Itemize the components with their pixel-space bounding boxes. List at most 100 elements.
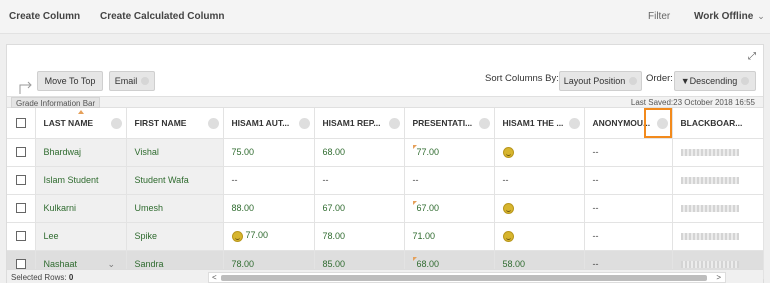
filter-button[interactable]: Filter	[648, 11, 670, 22]
grade-cell[interactable]	[494, 194, 585, 223]
email-label: Email	[114, 76, 138, 86]
scroll-left-icon[interactable]: <	[212, 273, 217, 282]
not-visible-placeholder	[680, 261, 739, 269]
row-select-cell	[7, 194, 36, 223]
sort-indicator-icon	[77, 110, 84, 114]
create-column-button[interactable]: Create Column	[9, 11, 80, 22]
column-header-hisam1-the[interactable]: HISAM1 THE ...	[494, 108, 585, 139]
expand-icon[interactable]: ⤢	[748, 51, 756, 62]
column-header-hisam1-rep[interactable]: HISAM1 REP...	[314, 108, 405, 139]
row-checkbox[interactable]	[15, 259, 26, 270]
email-button[interactable]: Email	[109, 71, 155, 91]
column-menu-icon[interactable]	[110, 118, 122, 129]
column-header-label: PRESENTATI...	[412, 117, 473, 128]
grade-cell[interactable]: --	[584, 194, 673, 223]
first-name-cell[interactable]: Student Wafa	[126, 166, 224, 195]
selected-rows-label: Selected Rows:	[11, 273, 67, 282]
column-header-label: HISAM1 AUT...	[231, 117, 290, 128]
column-menu-icon[interactable]	[298, 118, 310, 129]
row-select-cell	[7, 222, 36, 251]
column-header-label: ANONYMOU...	[592, 117, 651, 128]
sort-columns-by-select[interactable]: Layout Position	[559, 71, 642, 91]
grade-cell[interactable]: 77.00	[223, 222, 315, 251]
grade-value: 67.00	[416, 203, 440, 213]
grade-cell[interactable]: --	[584, 138, 673, 167]
grade-cell[interactable]	[672, 194, 764, 223]
grade-cell[interactable]	[672, 166, 764, 195]
sort-by-value: Layout Position	[563, 76, 626, 86]
top-action-bar: Create Column Create Calculated Column F…	[0, 0, 770, 34]
table-row: Lee Spike 77.00 78.00 71.00 --	[7, 222, 764, 251]
not-visible-placeholder	[680, 149, 739, 157]
work-offline-label: Work Offline	[694, 11, 754, 22]
column-header-label: LAST NAME	[43, 117, 94, 128]
row-select-cell	[7, 166, 36, 195]
last-name-cell[interactable]: Kulkarni	[35, 194, 127, 223]
grade-cell[interactable]	[672, 222, 764, 251]
grade-cell[interactable]: 68.00	[314, 138, 405, 167]
grade-cell[interactable]	[494, 222, 585, 251]
grade-cell[interactable]: --	[223, 166, 315, 195]
order-label: Order:	[646, 73, 673, 84]
last-name-cell[interactable]: Bhardwaj	[35, 138, 127, 167]
grade-cell[interactable]: --	[584, 166, 673, 195]
column-menu-icon[interactable]	[388, 118, 400, 129]
grade-cell[interactable]: --	[404, 166, 495, 195]
first-name-cell[interactable]: Spike	[126, 222, 224, 251]
highlighted-column-menu-marker	[644, 108, 672, 138]
grade-cell[interactable]: 67.00	[404, 194, 495, 223]
selected-rows-count: 0	[68, 273, 74, 282]
scrollbar-thumb[interactable]	[221, 275, 707, 281]
column-header-presentation[interactable]: PRESENTATI...	[404, 108, 495, 139]
column-header-first-name[interactable]: FIRST NAME	[126, 108, 224, 139]
row-checkbox[interactable]	[15, 175, 26, 186]
not-visible-placeholder	[680, 177, 739, 185]
column-menu-icon[interactable]	[478, 118, 490, 129]
move-to-top-button[interactable]: Move To Top	[37, 71, 103, 91]
create-calculated-column-label: Create Calculated Column	[100, 11, 225, 22]
last-name-value: Nashaat	[43, 259, 78, 269]
grade-cell[interactable]: 75.00	[223, 138, 315, 167]
work-offline-menu[interactable]: Work Offline ⌄	[694, 11, 765, 22]
grade-cell[interactable]: 77.00	[404, 138, 495, 167]
last-saved-text: Last Saved:23 October 2018 16:55	[630, 98, 755, 107]
column-menu-icon[interactable]	[207, 118, 219, 129]
grade-cell[interactable]: --	[314, 166, 405, 195]
grade-information-bar-label[interactable]: Grade Information Bar	[11, 97, 101, 108]
first-name-cell[interactable]: Vishal	[126, 138, 224, 167]
row-checkbox[interactable]	[15, 231, 26, 242]
grade-cell[interactable]: 67.00	[314, 194, 405, 223]
grade-cell[interactable]: 88.00	[223, 194, 315, 223]
horizontal-scrollbar[interactable]: < >	[208, 272, 726, 283]
last-name-cell[interactable]: Islam Student	[35, 166, 127, 195]
grade-center-panel: ⤢ Move To Top Email Sort Columns By: Lay…	[6, 44, 764, 283]
grid-footer: Selected Rows: 0 < >	[7, 269, 763, 283]
select-all-checkbox[interactable]	[15, 118, 26, 129]
grade-cell[interactable]: 78.00	[314, 222, 405, 251]
selected-rows-arrow-icon	[19, 81, 32, 94]
needs-grading-icon	[502, 230, 514, 242]
table-row: Bhardwaj Vishal 75.00 68.00 77.00 --	[7, 138, 764, 167]
grade-cell[interactable]: --	[584, 222, 673, 251]
grade-cell[interactable]: --	[494, 166, 585, 195]
not-visible-placeholder	[680, 205, 739, 213]
chevron-down-icon	[141, 77, 150, 85]
grade-cell[interactable]	[494, 138, 585, 167]
scroll-right-icon[interactable]: >	[716, 273, 721, 282]
order-select[interactable]: ▼Descending	[674, 71, 756, 91]
last-name-cell[interactable]: Lee	[35, 222, 127, 251]
chevron-down-icon[interactable]: ⌄	[108, 259, 116, 270]
needs-grading-icon	[502, 146, 514, 158]
column-menu-icon[interactable]	[568, 118, 580, 129]
create-calculated-column-button[interactable]: Create Calculated Column	[100, 11, 224, 22]
row-checkbox[interactable]	[15, 147, 26, 158]
grade-cell[interactable]: 71.00	[404, 222, 495, 251]
column-header-label: BLACKBOAR...	[680, 117, 743, 128]
column-header-last-name[interactable]: LAST NAME	[35, 108, 127, 139]
grade-cell[interactable]	[672, 138, 764, 167]
row-checkbox[interactable]	[15, 203, 26, 214]
column-header-blackboard[interactable]: BLACKBOAR...	[672, 108, 764, 139]
column-header-hisam1-aut[interactable]: HISAM1 AUT...	[223, 108, 315, 139]
first-name-cell[interactable]: Umesh	[126, 194, 224, 223]
chevron-down-icon	[741, 77, 750, 85]
